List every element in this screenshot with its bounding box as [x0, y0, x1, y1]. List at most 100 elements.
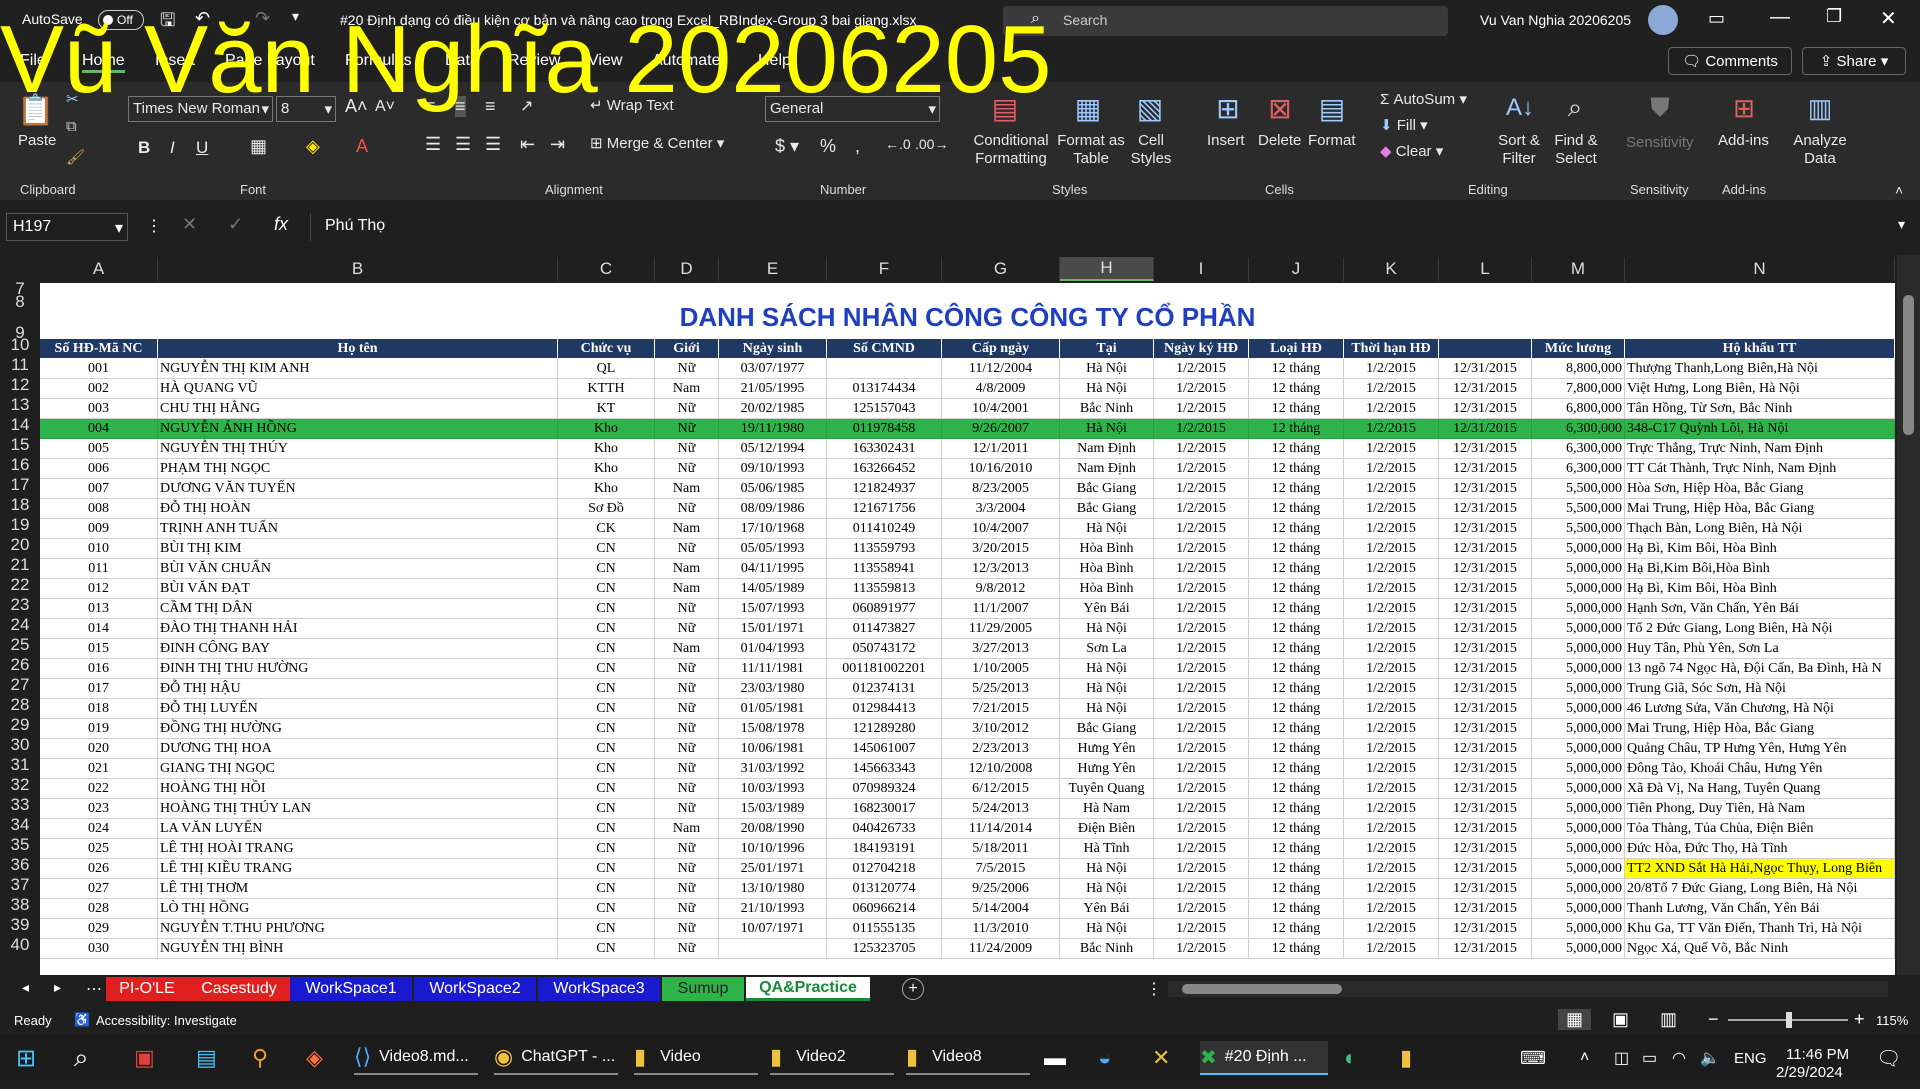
table-cell[interactable]: Ngọc Xá, Quế Võ, Bắc Ninh [1625, 939, 1895, 959]
table-cell[interactable]: 1/2/2015 [1344, 859, 1439, 879]
table-cell[interactable]: 001 [40, 359, 158, 379]
table-cell[interactable]: 168230017 [827, 799, 942, 819]
table-cell[interactable]: Hưng Yên [1060, 759, 1154, 779]
table-cell[interactable]: NGUYỄN T.THU PHƯƠNG [158, 919, 558, 939]
app-icon-3[interactable]: ⚲ [252, 1041, 268, 1075]
table-cell[interactable]: Hòa Bình [1060, 539, 1154, 559]
table-cell[interactable]: 31/03/1992 [719, 759, 827, 779]
column-header[interactable]: F [827, 257, 942, 281]
merge-center-button[interactable]: ⊞ Merge & Center ▾ [590, 134, 724, 152]
table-cell[interactable]: 1/2/2015 [1344, 839, 1439, 859]
fill-button[interactable]: ⬇ Fill ▾ [1380, 116, 1428, 134]
table-cell[interactable]: 10/4/2007 [942, 519, 1060, 539]
table-cell[interactable]: 12 tháng [1249, 719, 1344, 739]
table-header-cell[interactable]: Ngày sinh [719, 339, 827, 359]
table-cell[interactable]: 12 tháng [1249, 539, 1344, 559]
row-header[interactable]: 31 [0, 755, 40, 775]
table-cell[interactable]: 1/2/2015 [1154, 679, 1249, 699]
table-cell[interactable]: Nữ [655, 539, 719, 559]
table-cell[interactable]: 05/05/1993 [719, 539, 827, 559]
table-cell[interactable]: Hạ Bì, Kim Bôi, Hòa Bình [1625, 579, 1895, 599]
table-cell[interactable]: 6,300,000 [1532, 459, 1625, 479]
comments-button[interactable]: 🗨 Comments [1668, 47, 1792, 75]
table-cell[interactable]: 021 [40, 759, 158, 779]
row-header[interactable]: 14 [0, 415, 40, 435]
table-cell[interactable]: 8,800,000 [1532, 359, 1625, 379]
row-header[interactable]: 16 [0, 455, 40, 475]
table-header-cell[interactable]: Thời hạn HĐ [1344, 339, 1439, 359]
table-cell[interactable]: HOÀNG THỊ THÚY LAN [158, 799, 558, 819]
table-cell[interactable]: 1/2/2015 [1154, 719, 1249, 739]
table-cell[interactable]: Nữ [655, 619, 719, 639]
table-cell[interactable]: Việt Hưng, Long Biên, Hà Nội [1625, 379, 1895, 399]
table-cell[interactable]: 020 [40, 739, 158, 759]
align-center-icon[interactable]: ☰ [455, 134, 471, 155]
table-cell[interactable]: 04/11/1995 [719, 559, 827, 579]
table-header-cell[interactable]: Cấp ngày [942, 339, 1060, 359]
expand-formula-icon[interactable]: ▾ [1898, 216, 1905, 233]
table-header-cell[interactable]: Giới [655, 339, 719, 359]
table-header-cell[interactable]: Số CMND [827, 339, 942, 359]
table-cell[interactable]: Hà Nội [1060, 919, 1154, 939]
table-cell[interactable]: 025 [40, 839, 158, 859]
table-cell[interactable]: KT [558, 399, 655, 419]
table-cell[interactable]: 012 [40, 579, 158, 599]
table-cell[interactable]: 5,000,000 [1532, 859, 1625, 879]
table-cell[interactable]: NGUYỄN THỊ BÌNH [158, 939, 558, 959]
fill-color-icon[interactable]: ◈ [306, 136, 320, 157]
more-sheets-icon[interactable]: ⋯ [86, 979, 102, 999]
cancel-icon[interactable]: ✕ [182, 214, 197, 235]
scrollbar-thumb[interactable] [1903, 295, 1914, 435]
battery-icon[interactable]: ▭ [1642, 1041, 1657, 1075]
table-cell[interactable]: 01/04/1993 [719, 639, 827, 659]
table-cell[interactable]: 46 Lương Sửa, Văn Chương, Hà Nội [1625, 699, 1895, 719]
table-cell[interactable]: Nam Định [1060, 439, 1154, 459]
table-cell[interactable]: 12/31/2015 [1439, 439, 1532, 459]
table-cell[interactable]: CN [558, 739, 655, 759]
table-cell[interactable]: 5,000,000 [1532, 939, 1625, 959]
table-cell[interactable]: 12/31/2015 [1439, 599, 1532, 619]
table-header-cell[interactable]: Số HĐ-Mã NC [40, 339, 158, 359]
autosum-button[interactable]: Σ AutoSum ▾ [1380, 90, 1467, 108]
table-cell[interactable]: 1/2/2015 [1344, 799, 1439, 819]
table-cell[interactable]: Nữ [655, 899, 719, 919]
table-cell[interactable]: 12 tháng [1249, 619, 1344, 639]
table-cell[interactable]: 145663343 [827, 759, 942, 779]
table-cell[interactable]: GIANG THỊ NGỌC [158, 759, 558, 779]
table-cell[interactable]: 007 [40, 479, 158, 499]
currency-icon[interactable]: $ ▾ [775, 136, 799, 157]
percent-icon[interactable]: % [820, 136, 836, 157]
table-cell[interactable]: Hạ Bì, Kim Bôi, Hòa Bình [1625, 539, 1895, 559]
enter-icon[interactable]: ✓ [228, 214, 243, 235]
table-cell[interactable]: CN [558, 939, 655, 959]
bold-icon[interactable]: B [138, 138, 150, 158]
clear-button[interactable]: ◆ Clear ▾ [1380, 142, 1443, 160]
table-cell[interactable]: 113559793 [827, 539, 942, 559]
table-cell[interactable]: 1/2/2015 [1344, 479, 1439, 499]
terminal-icon[interactable]: ▬ [1044, 1041, 1066, 1075]
table-cell[interactable]: 050743172 [827, 639, 942, 659]
table-cell[interactable]: 5,000,000 [1532, 579, 1625, 599]
sort-filter-button[interactable]: Sort & Filter [1494, 132, 1544, 168]
table-cell[interactable]: Hòa Bình [1060, 559, 1154, 579]
table-cell[interactable]: TT Cát Thành, Trực Ninh, Nam Định [1625, 459, 1895, 479]
table-cell[interactable]: 5,000,000 [1532, 739, 1625, 759]
table-cell[interactable] [719, 939, 827, 959]
table-cell[interactable]: Nữ [655, 679, 719, 699]
minimize-icon[interactable]: — [1770, 6, 1790, 29]
table-cell[interactable]: 1/2/2015 [1154, 359, 1249, 379]
comma-icon[interactable]: , [855, 136, 860, 157]
row-header[interactable]: 40 [0, 935, 40, 955]
zoom-out-icon[interactable]: − [1708, 1009, 1719, 1030]
table-cell[interactable]: 013 [40, 599, 158, 619]
table-cell[interactable]: 12/31/2015 [1439, 379, 1532, 399]
row-header[interactable]: 38 [0, 895, 40, 915]
table-cell[interactable]: 03/07/1977 [719, 359, 827, 379]
table-cell[interactable]: 125323705 [827, 939, 942, 959]
table-header-cell[interactable]: Chức vụ [558, 339, 655, 359]
table-cell[interactable]: 12/31/2015 [1439, 899, 1532, 919]
align-left-icon[interactable]: ☰ [425, 134, 441, 155]
table-cell[interactable]: 12 tháng [1249, 899, 1344, 919]
table-cell[interactable]: 5,000,000 [1532, 779, 1625, 799]
table-cell[interactable]: 1/2/2015 [1154, 739, 1249, 759]
